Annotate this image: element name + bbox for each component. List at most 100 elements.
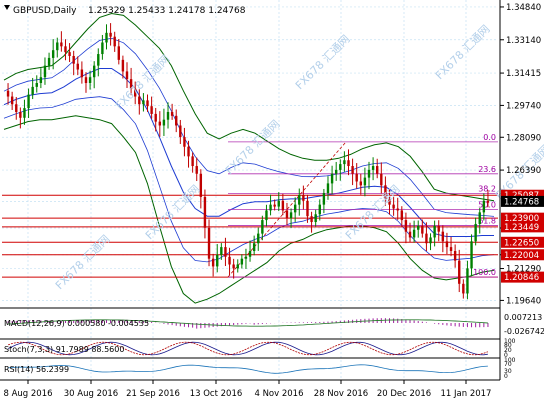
stoch-label: Stoch(7,3,3) 91.7989 88.5600 (4, 345, 124, 354)
candle-body (425, 233, 428, 244)
candle-body (314, 214, 317, 223)
candle-body (220, 247, 223, 255)
candle-body (72, 55, 75, 64)
candle-body (31, 86, 34, 95)
level-badge-label: 1.23449 (504, 223, 539, 233)
candle-body (482, 200, 486, 213)
candle-body (216, 254, 219, 267)
candle-body (326, 183, 330, 194)
candle-body (207, 227, 211, 259)
ohlc-readout: 1.25329 1.25433 1.24178 1.24768 (88, 6, 246, 16)
candle-body (441, 231, 445, 242)
candle-body (437, 225, 440, 232)
candle-body (203, 196, 207, 228)
chart-window[interactable]: 0.0 23.6 38.2 50.0 61.8 100.0 FX678 汇通网 FX678 … (0, 0, 544, 402)
price-tick-label: 1.33140 (506, 36, 541, 46)
level-badge-label: 1.20846 (504, 273, 539, 283)
date-tick-label: 20 Dec 2016 (377, 389, 431, 399)
rsi-tick-label: 0 (504, 373, 508, 380)
candle-body (236, 264, 239, 269)
candle-body (380, 173, 383, 186)
candle-body (486, 200, 490, 203)
candle-body (175, 115, 178, 126)
candle-body (80, 69, 84, 78)
candle-body (298, 194, 301, 205)
candle-body (445, 241, 449, 248)
candle-body (15, 104, 18, 112)
candle-body (97, 54, 100, 66)
candle-body (146, 100, 149, 107)
candle-body (281, 200, 285, 211)
macd-tick-bottom: -0.026742 (504, 327, 544, 336)
price-tick-label: 1.19640 (506, 296, 541, 306)
macd-label: MACD(12,26,9) 0.000580 -0.004535 (4, 319, 149, 328)
candle-body (458, 260, 461, 284)
candle-body (466, 268, 469, 294)
candle-body (187, 146, 190, 157)
candle-body (244, 256, 248, 259)
candle-body (302, 194, 305, 201)
symbol-label: GBPUSD,Daily (13, 6, 77, 16)
candle-body (170, 111, 174, 116)
candle-body (347, 160, 350, 167)
candle-body (68, 52, 71, 56)
symbol-header: GBPUSD,Daily 1.25329 1.25433 1.24178 1.2… (4, 5, 246, 16)
candle-body (117, 46, 120, 60)
candle-body (6, 90, 10, 97)
candle-body (273, 204, 276, 207)
candle-body (240, 258, 244, 265)
candle-body (339, 164, 342, 170)
candle-body (105, 32, 108, 43)
candle-body (412, 229, 416, 238)
candle-body (150, 106, 153, 114)
candle-body (27, 94, 30, 109)
date-tick-label: 21 Sep 2016 (126, 389, 180, 399)
candle-body (195, 166, 198, 174)
candle-body (392, 204, 395, 209)
level-badge-label: 1.22004 (504, 251, 539, 261)
candle-body (64, 46, 67, 53)
candle-body (322, 193, 326, 205)
candle-body (306, 200, 309, 217)
fib-level-label: 100.0 (473, 268, 496, 277)
candle-body (462, 283, 465, 294)
candle-body (318, 204, 321, 215)
candle-body (43, 65, 47, 78)
candle-body (88, 77, 92, 84)
chart-canvas[interactable]: 0.023.638.250.061.8100.0 FX678 汇通网 FX678 … (0, 0, 544, 402)
candle-body (470, 241, 473, 269)
candle-body (421, 225, 424, 234)
candle-body (138, 96, 141, 105)
macd-tick-top: 0.007213 (504, 313, 542, 322)
price-tick-label: 1.28090 (506, 133, 541, 143)
price-tick-label: 1.29740 (506, 101, 541, 111)
price-tick-label: 1.26390 (506, 166, 541, 176)
candle-body (211, 258, 215, 267)
candle-body (257, 233, 260, 244)
candle-body (19, 111, 22, 118)
date-tick-label: 28 Nov 2016 (314, 389, 368, 399)
candle-body (84, 77, 88, 84)
candle-body (224, 247, 227, 257)
candle-body (367, 169, 371, 178)
candle-body (478, 212, 481, 224)
candle-body (449, 247, 453, 251)
candle-body (51, 50, 55, 58)
current-price-label: 1.24768 (504, 197, 539, 207)
candle-body (417, 225, 420, 230)
rsi-tick-label: 70 (504, 361, 512, 368)
candle-body (121, 59, 125, 72)
candle-body (232, 264, 235, 269)
candle-body (10, 96, 14, 105)
candle-body (474, 223, 477, 242)
candle-body (351, 166, 354, 174)
candle-body (343, 160, 346, 165)
candle-body (396, 208, 399, 211)
candle-body (142, 100, 145, 105)
candle-body (47, 57, 51, 66)
candle-body (376, 166, 379, 174)
candle-body (404, 220, 408, 232)
candle-body (166, 111, 170, 120)
date-tick-label: 13 Oct 2016 (190, 389, 243, 399)
candle-body (334, 169, 338, 174)
